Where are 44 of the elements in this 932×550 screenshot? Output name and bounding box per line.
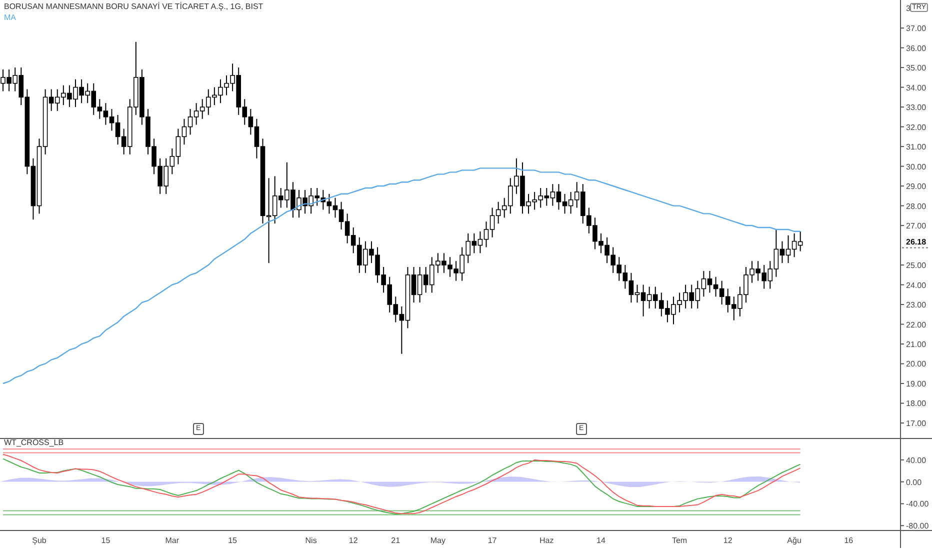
price-tick-label: 24.00 [906,280,926,290]
date-tick-label: Haz [540,536,554,545]
date-tick-label: 15 [228,536,237,545]
date-tick-label: 16 [844,536,854,545]
price-tick-label: 36.00 [906,44,926,53]
price-tick-label: 27.00 [906,222,926,231]
price-tick-label: 30.00 [906,162,926,172]
date-tick-label: May [430,536,446,545]
price-tick-label: 18.00 [906,399,926,408]
last-price-label: 26.18 [906,238,926,247]
price-tick-label: 25.00 [906,261,926,270]
date-tick-label: Mar [165,536,180,545]
date-tick-label: 14 [596,536,606,545]
price-tick-label: 35.00 [906,64,926,73]
indicator-tick-label: 40.00 [906,456,926,465]
price-tick-label: 29.00 [906,182,926,192]
date-tick-label: Tem [672,536,688,545]
price-tick-label: 20.00 [906,360,926,369]
date-tick-label: 12 [723,536,732,545]
indicator-title: WT_CROSS_LB [4,438,64,447]
price-tick-label: 17.00 [906,419,926,428]
price-tick-label: 31.00 [906,142,926,152]
price-tick-label: 37.00 [906,24,926,34]
date-tick-label: Ağu [787,536,802,545]
date-tick-label: 12 [348,536,358,545]
price-tick-label: 32.00 [906,122,926,132]
indicator-legend: MA [4,13,264,22]
indicator-tick-label: -80.00 [906,522,929,531]
price-tick-label: 19.00 [906,380,926,388]
price-tick-label: 3 [906,4,910,13]
indicator-tick-label: 0.00 [906,478,922,487]
date-tick-label: Şub [32,536,46,545]
price-tick-label: 23.00 [906,300,926,310]
price-tick-label: 33.00 [906,103,926,112]
date-tick-label: Nis [305,536,317,545]
price-tick-label: 21.00 [906,340,926,349]
indicator-tick-label: -40.00 [906,500,929,509]
price-tick-label: 28.00 [906,202,926,211]
price-tick-label: 34.00 [906,83,926,92]
symbol-title: BORUSAN MANNESMANN BORU SANAYİ VE TİCARET A.Ş., 1G, BIST [4,2,264,11]
date-tick-label: 17 [488,536,497,545]
price-tick-label: 22.00 [906,320,926,330]
date-tick-label: 21 [391,536,400,545]
date-tick-label: 15 [101,536,110,545]
